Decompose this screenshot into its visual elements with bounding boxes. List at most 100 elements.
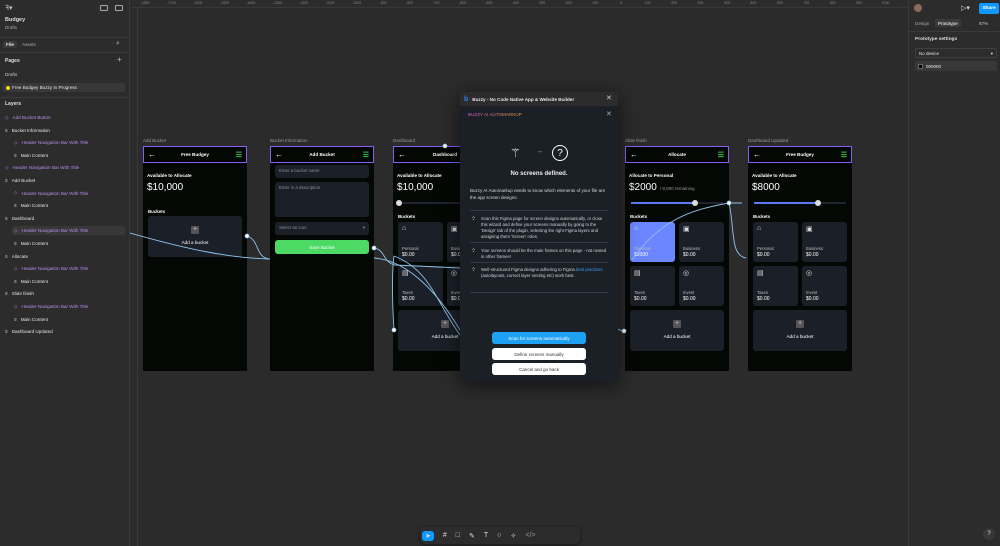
layer-item[interactable]: ◇ Header Navigation Bar With Title <box>3 163 125 172</box>
scan-button[interactable]: Scan for screens automatically <box>492 332 586 344</box>
layer-item[interactable]: ≡ Slide finish <box>3 289 125 298</box>
layer-item[interactable]: ≡ Main Content <box>12 201 125 210</box>
file-name[interactable]: Budgey <box>5 17 25 23</box>
connection-line <box>392 255 395 331</box>
text-tool-icon[interactable]: T <box>484 532 488 539</box>
device-select[interactable]: No device ▾ <box>915 48 997 58</box>
file-location[interactable]: Drafts <box>5 25 17 30</box>
layer-item[interactable]: ≡ Main Content <box>12 151 125 160</box>
page-status-icon <box>6 85 10 90</box>
frame-icon: ≡ <box>14 241 17 246</box>
avatar[interactable] <box>914 4 922 12</box>
layer-item[interactable]: ◇ Header Navigation Bar With Title <box>12 264 125 273</box>
connection-node <box>371 245 377 251</box>
zoom-level[interactable]: 67% <box>979 21 988 26</box>
tab-file[interactable]: File <box>3 41 17 48</box>
dev-mode-icon[interactable] <box>100 5 108 11</box>
layer-item[interactable]: ≡ Allocate <box>3 252 125 261</box>
layer-item[interactable]: ≡ Main Content <box>12 315 125 324</box>
layers-panel: ꟻ▾ Budgey Drafts File Assets ⌕ Pages + D… <box>0 0 130 546</box>
tab-assets[interactable]: Assets <box>22 42 36 47</box>
page-item-drafts[interactable]: Drafts <box>5 72 17 77</box>
close-wizard-icon[interactable]: ✕ <box>606 110 612 118</box>
best-practices-link[interactable]: best practices <box>576 267 603 272</box>
help-button[interactable]: ? <box>983 528 995 540</box>
tab-prototype[interactable]: Prototype <box>935 19 961 27</box>
figma-menu-icon[interactable]: ꟻ▾ <box>5 4 13 12</box>
intro-text: Buzzy AI Automarkup needs to know which … <box>470 188 606 200</box>
layer-label: Dashboard Updated <box>11 329 53 335</box>
layer-item[interactable]: ◇ Header Navigation Bar With Title <box>12 189 125 198</box>
layer-label: Add Bucket <box>11 178 36 183</box>
frame-tool-icon[interactable]: # <box>443 532 447 539</box>
connection-node <box>391 327 397 333</box>
chevron-down-icon: ▾ <box>990 51 993 56</box>
comment-tool-icon[interactable]: ○ <box>497 532 501 539</box>
close-plugin-icon[interactable]: ✕ <box>606 94 612 102</box>
pen-tool-icon[interactable]: ✎ <box>469 532 475 540</box>
divider <box>470 210 608 211</box>
tip-text: (autolayouts, correct layer nesting etc)… <box>481 273 575 278</box>
layer-label: Dashboard <box>11 215 35 221</box>
frame-icon: ≡ <box>5 253 8 259</box>
device-value: No device <box>919 51 940 56</box>
plugin-titlebar: b Buzzy - No Code Native App & Website B… <box>460 92 618 106</box>
tip-3: 💡︎ Well-structured Figma designs adhering… <box>472 267 607 279</box>
layer-item[interactable]: ◇ Header Navigation Bar With Title <box>12 302 125 311</box>
component-icon: ◇ <box>5 164 9 170</box>
layer-label: Header Navigation Bar With Title <box>21 304 89 309</box>
lightbulb-icon: 💡︎ <box>472 216 476 221</box>
layer-item[interactable]: ≡ Dashboard Updated <box>3 327 125 336</box>
tip-2: 💡︎ Your screens should be the main frames… <box>472 248 607 260</box>
frame-icon: ≡ <box>14 152 17 158</box>
divider <box>470 242 608 243</box>
cancel-button[interactable]: Cancel and go back <box>492 363 586 375</box>
layer-item[interactable]: ◇ Add Bucket Button <box>3 113 125 122</box>
background-color-field[interactable]: 000000 <box>915 61 997 71</box>
component-icon: ◇ <box>14 190 18 196</box>
define-manually-button[interactable]: Define screens manually <box>492 348 586 360</box>
search-icon[interactable]: ⌕ <box>116 40 120 48</box>
plugin-title: Buzzy - No Code Native App & Website Bui… <box>472 96 575 102</box>
layer-item[interactable]: ≡ Add Bucket <box>3 176 125 185</box>
page-item-label: Free Budgey Buzzy In Progress <box>12 85 77 90</box>
connection-line <box>631 202 742 261</box>
connection-line <box>373 247 461 269</box>
layer-item[interactable]: ◇ Header Navigation Bar With Title <box>12 226 125 236</box>
connection-line <box>246 235 271 260</box>
connection-node <box>621 328 627 334</box>
move-tool-icon[interactable]: ➤ <box>422 530 434 541</box>
layer-label: Main Content <box>20 241 49 246</box>
layer-item[interactable]: ≡ Main Content <box>12 239 125 248</box>
page-item-active[interactable]: Free Budgey Buzzy In Progress <box>3 83 125 92</box>
add-page-icon[interactable]: + <box>117 55 122 64</box>
share-button[interactable]: Share <box>979 3 999 14</box>
arrow-right-icon: → <box>536 148 543 155</box>
dev-mode-toggle-icon[interactable]: </> <box>525 532 535 539</box>
tab-design[interactable]: Design <box>915 21 929 26</box>
divider <box>909 31 1000 32</box>
color-value[interactable]: 000000 <box>926 64 941 69</box>
layer-item[interactable]: ◇ Header Navigation Bar With Title <box>12 138 125 147</box>
connection-node <box>726 200 732 206</box>
lightbulb-icon: 💡︎ <box>472 248 476 253</box>
layer-item[interactable]: ≡ Dashboard <box>3 214 125 223</box>
frame-icon: ≡ <box>14 203 17 209</box>
color-swatch[interactable] <box>918 63 923 69</box>
frame-icon: ≡ <box>5 127 8 133</box>
layer-label: Header Navigation Bar With Title <box>21 190 89 196</box>
plugin-heading: BUZZY AI AUTOMARKUP <box>468 112 522 117</box>
divider <box>0 52 130 53</box>
frame-icon: ≡ <box>5 291 8 297</box>
component-icon: ◇ <box>14 265 18 271</box>
tip-1: 💡︎ Scan this Figma page for screen design… <box>472 216 607 240</box>
layer-item[interactable]: ≡ Bucket Information <box>3 126 125 135</box>
present-icon[interactable]: ▷▾ <box>961 4 970 12</box>
frame-icon: ≡ <box>5 215 8 221</box>
layer-item[interactable]: ≡ Main Content <box>12 277 125 286</box>
sidebar-toggle-icon[interactable] <box>115 5 123 11</box>
rectangle-tool-icon[interactable]: □ <box>456 532 460 539</box>
tip-text: Scan this Figma page for screen designs … <box>481 216 603 239</box>
actions-tool-icon[interactable]: ✧ <box>510 532 516 540</box>
properties-panel: ▷▾ Share Design Prototype 67% Prototype … <box>908 0 1000 546</box>
